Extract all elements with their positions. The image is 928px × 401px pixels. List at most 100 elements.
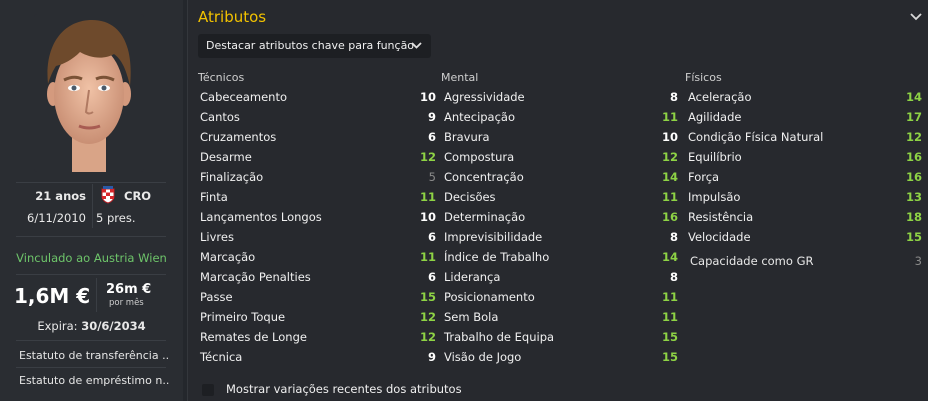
attribute-row[interactable]: Passe 15: [200, 287, 436, 307]
attribute-value: 10: [419, 210, 436, 224]
attribute-label: Primeiro Toque: [200, 310, 286, 324]
attribute-value: 16: [905, 150, 922, 164]
attribute-value: 8: [669, 270, 678, 284]
attribute-label: Resistência: [688, 210, 754, 224]
divider: [92, 184, 93, 228]
attribute-row[interactable]: Técnica 9: [200, 347, 436, 367]
attribute-row[interactable]: Resistência 18: [688, 207, 922, 227]
attribute-row[interactable]: Trabalho de Equipa 15: [444, 327, 678, 347]
attribute-row[interactable]: Antecipação 11: [444, 107, 678, 127]
attribute-value: 15: [661, 330, 678, 344]
attribute-value: 16: [661, 210, 678, 224]
attribute-label: Compostura: [444, 150, 515, 164]
attribute-row[interactable]: Remates de Longe 12: [200, 327, 436, 347]
attribute-value: 5: [428, 170, 436, 184]
attribute-value: 16: [905, 170, 922, 184]
attribute-row[interactable]: Decisões 11: [444, 187, 678, 207]
player-nation: CRO: [124, 189, 152, 203]
expiry-date: 30/6/2034: [81, 319, 146, 333]
attribute-value: 12: [419, 330, 436, 344]
attribute-label: Finta: [200, 190, 228, 204]
goalkeeper-ability-value: 3: [914, 254, 922, 268]
chevron-down-icon: [411, 42, 422, 49]
attribute-row[interactable]: Imprevisibilidade 8: [444, 227, 678, 247]
attribute-label: Visão de Jogo: [444, 350, 522, 364]
attribute-label: Índice de Trabalho: [444, 250, 550, 264]
attribute-label: Decisões: [444, 190, 496, 204]
attribute-label: Desarme: [200, 150, 252, 164]
attribute-row[interactable]: Concentração 14: [444, 167, 678, 187]
club-status[interactable]: Vinculado ao Austria Wien: [0, 251, 183, 265]
attribute-label: Trabalho de Equipa: [444, 330, 555, 344]
attribute-label: Equilíbrio: [688, 150, 742, 164]
highlight-role-dropdown[interactable]: Destacar atributos chave para função: [198, 34, 431, 58]
checkbox[interactable]: [202, 384, 214, 396]
highlight-role-label: Destacar atributos chave para função: [206, 39, 415, 52]
technical-attributes-list: Cabeceamento 10 Cantos 9 Cruzamentos 6 Desarme…: [200, 87, 436, 367]
attribute-row[interactable]: Posicionamento 11: [444, 287, 678, 307]
attribute-value: 15: [661, 350, 678, 364]
attribute-row[interactable]: Velocidade 15: [688, 227, 922, 247]
attribute-label: Condição Física Natural: [688, 130, 824, 144]
attribute-value: 12: [419, 150, 436, 164]
attribute-value: 10: [419, 90, 436, 104]
mental-attributes-list: Agressividade 8 Antecipação 11 Bravura 10 Comp…: [444, 87, 678, 367]
attribute-row[interactable]: Marcação 11: [200, 247, 436, 267]
attribute-row[interactable]: Condição Física Natural 12: [688, 127, 922, 147]
attribute-row[interactable]: Compostura 12: [444, 147, 678, 167]
attribute-value: 11: [661, 310, 678, 324]
attribute-row[interactable]: Determinação 16: [444, 207, 678, 227]
attribute-label: Impulsão: [688, 190, 741, 204]
chevron-down-icon[interactable]: [910, 10, 922, 21]
attribute-label: Passe: [200, 290, 233, 304]
attribute-label: Finalização: [200, 170, 264, 184]
attribute-value: 10: [661, 130, 678, 144]
attribute-value: 6: [427, 130, 436, 144]
goalkeeper-ability-label: Capacidade como GR: [690, 254, 814, 268]
attribute-label: Marcação: [200, 250, 256, 264]
attribute-value: 9: [427, 350, 436, 364]
attribute-row[interactable]: Cabeceamento 10: [200, 87, 436, 107]
attribute-row[interactable]: Lançamentos Longos 10: [200, 207, 436, 227]
attribute-row[interactable]: Impulsão 13: [688, 187, 922, 207]
attribute-row[interactable]: Finalização 5: [200, 167, 436, 187]
transfer-status-link[interactable]: Estatuto de transferência ...: [19, 349, 169, 362]
player-portrait: [34, 14, 144, 172]
attribute-row[interactable]: Liderança 8: [444, 267, 678, 287]
attribute-label: Posicionamento: [444, 290, 535, 304]
attribute-row[interactable]: Marcação Penalties 6: [200, 267, 436, 287]
physical-attributes-list: Aceleração 14 Agilidade 17 Condição Física N…: [688, 87, 922, 247]
attribute-row[interactable]: Finta 11: [200, 187, 436, 207]
attribute-row[interactable]: Força 16: [688, 167, 922, 187]
recent-changes-label: Mostrar variações recentes dos atributos: [226, 382, 462, 396]
attribute-label: Remates de Longe: [200, 330, 307, 344]
attribute-row[interactable]: Índice de Trabalho 14: [444, 247, 678, 267]
attribute-label: Concentração: [444, 170, 524, 184]
attribute-row[interactable]: Cruzamentos 6: [200, 127, 436, 147]
column-header-mental: Mental: [441, 71, 479, 84]
attribute-row[interactable]: Visão de Jogo 15: [444, 347, 678, 367]
attribute-row[interactable]: Aceleração 14: [688, 87, 922, 107]
loan-status-link[interactable]: Estatuto de empréstimo n...: [19, 374, 169, 387]
attribute-row[interactable]: Livres 6: [200, 227, 436, 247]
attribute-row[interactable]: Sem Bola 11: [444, 307, 678, 327]
attribute-row[interactable]: Agilidade 17: [688, 107, 922, 127]
contract-expiry: Expira: 30/6/2034: [0, 319, 183, 333]
attribute-row[interactable]: Equilíbrio 16: [688, 147, 922, 167]
attribute-row[interactable]: Primeiro Toque 12: [200, 307, 436, 327]
attribute-row[interactable]: Bravura 10: [444, 127, 678, 147]
attribute-label: Lançamentos Longos: [200, 210, 322, 224]
attribute-value: 17: [905, 110, 922, 124]
attribute-value: 14: [661, 250, 678, 264]
attribute-row[interactable]: Agressividade 8: [444, 87, 678, 107]
attribute-value: 12: [419, 310, 436, 324]
goalkeeper-ability-row: Capacidade como GR 3: [690, 251, 922, 271]
player-caps: 5 pres.: [96, 211, 136, 225]
attribute-row[interactable]: Cantos 9: [200, 107, 436, 127]
divider: [16, 340, 166, 341]
attribute-value: 12: [905, 130, 922, 144]
column-header-technical: Técnicos: [198, 71, 245, 84]
wage-period: por mês: [109, 298, 144, 308]
attribute-row[interactable]: Desarme 12: [200, 147, 436, 167]
divider: [16, 274, 166, 275]
